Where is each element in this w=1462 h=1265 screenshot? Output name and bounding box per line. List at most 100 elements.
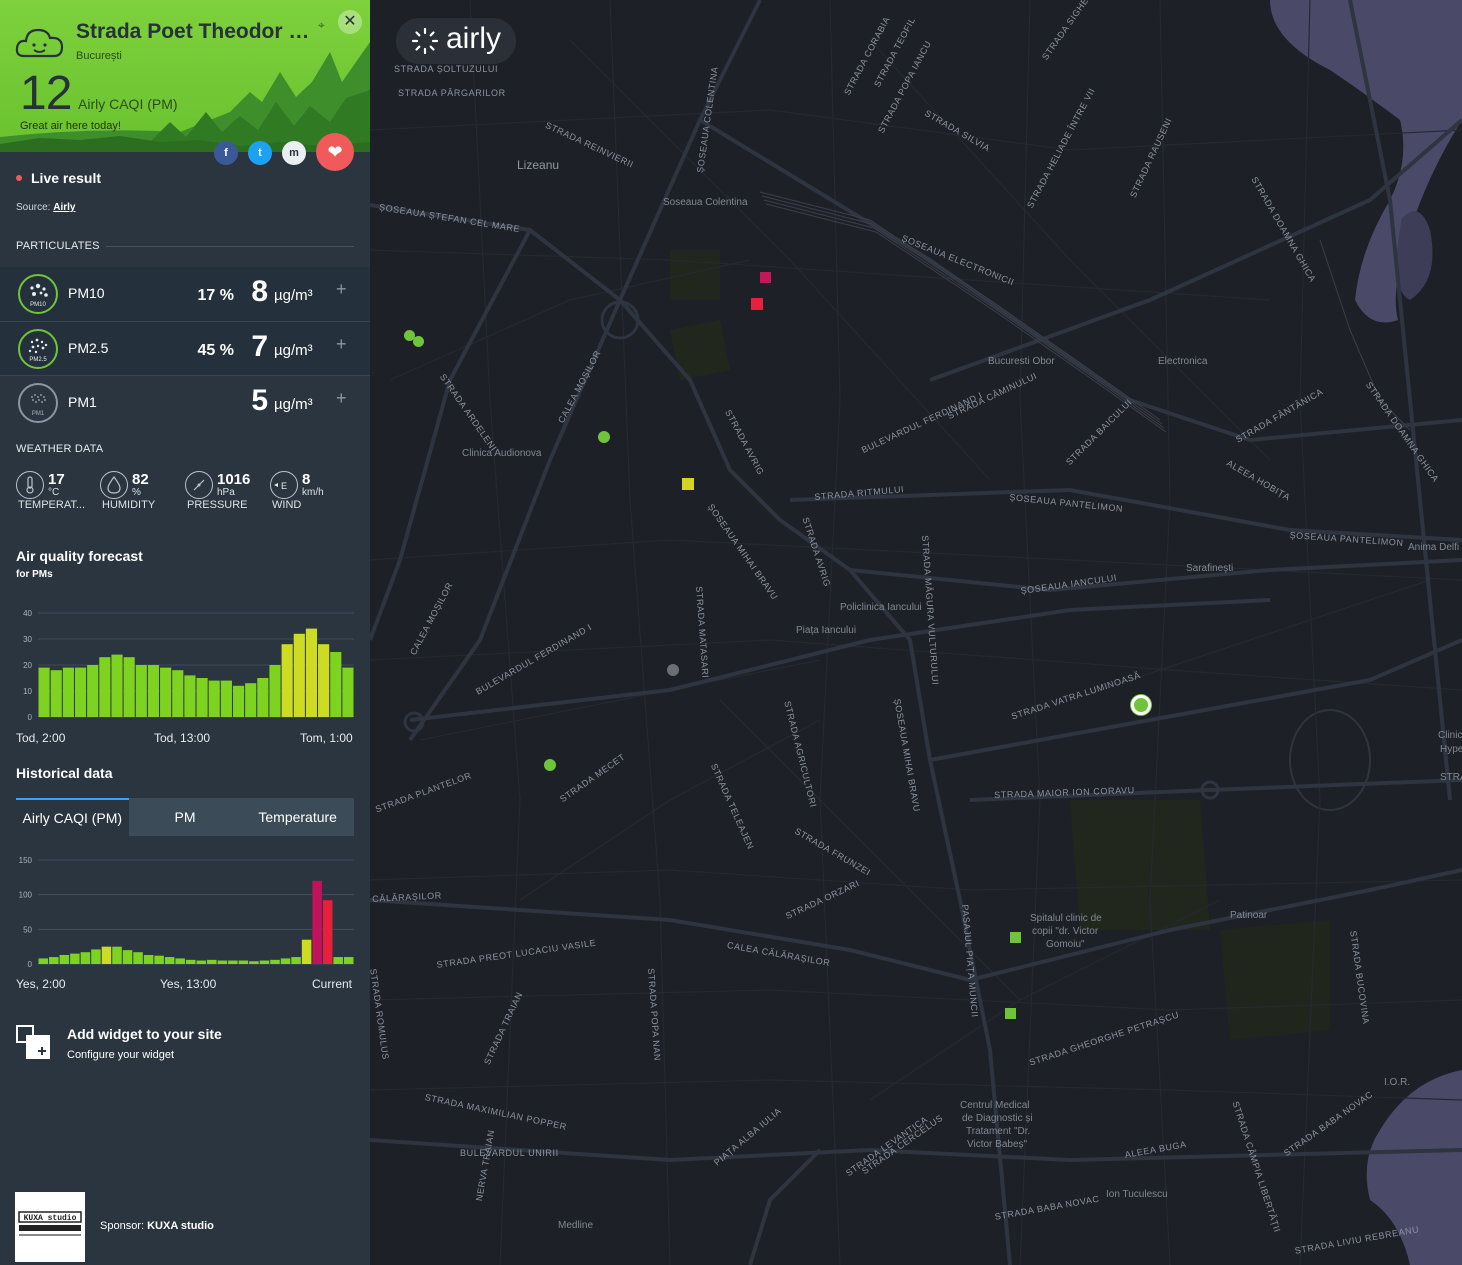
history-bar[interactable] [175, 958, 185, 964]
history-bar[interactable] [101, 946, 112, 964]
map-base-layer[interactable] [370, 0, 1462, 1265]
history-bar[interactable] [312, 880, 322, 964]
history-bar[interactable] [164, 957, 175, 964]
forecast-bar[interactable] [135, 665, 147, 717]
tab-pm[interactable]: PM [128, 798, 242, 836]
history-bar[interactable] [238, 960, 249, 964]
history-bar[interactable] [249, 961, 259, 964]
history-bar[interactable] [322, 900, 333, 964]
map-view[interactable]: STRADA ȘOLTUZULUI STRADA PÂRGARILOR STRADA… [370, 0, 1462, 1265]
history-bar[interactable] [143, 954, 154, 964]
forecast-bar[interactable] [184, 675, 196, 717]
selected-sensor-marker[interactable] [1131, 695, 1151, 715]
history-bar[interactable] [38, 958, 49, 964]
favorite-heart-icon[interactable]: ❤ [316, 133, 354, 171]
history-bar[interactable] [259, 960, 270, 964]
history-bar[interactable] [133, 952, 143, 964]
forecast-time-mid: Tod, 13:00 [154, 731, 211, 745]
forecast-bar[interactable] [87, 665, 99, 717]
forecast-bar[interactable] [50, 670, 62, 717]
forecast-bar[interactable] [293, 633, 305, 717]
history-bar[interactable] [228, 960, 238, 964]
forecast-bar[interactable] [208, 680, 220, 717]
forecast-bar[interactable] [281, 644, 293, 717]
sensor-marker[interactable] [682, 478, 694, 490]
forecast-bar[interactable] [342, 667, 354, 717]
close-icon[interactable]: ✕ [338, 10, 362, 34]
pm1-row[interactable]: PM1 PM1 5 µg/m³ + [0, 376, 370, 430]
source-link[interactable]: Airly [53, 202, 75, 213]
history-bar[interactable] [49, 957, 59, 964]
sensor-marker[interactable] [544, 759, 556, 771]
sensor-marker[interactable] [667, 664, 679, 676]
history-bar[interactable] [154, 955, 164, 964]
tab-caqi[interactable]: Airly CAQI (PM) [16, 798, 129, 836]
expand-plus-icon[interactable]: + [336, 334, 347, 355]
history-bar[interactable] [196, 960, 207, 964]
forecast-bar[interactable] [38, 667, 50, 717]
add-widget-icon[interactable] [16, 1025, 52, 1061]
airly-logo-text: airly [446, 22, 502, 55]
forecast-bar[interactable] [123, 657, 135, 717]
forecast-bar[interactable] [160, 667, 172, 717]
humidity-item: 82 % HUMIDITY [100, 469, 184, 513]
forecast-bar[interactable] [172, 670, 184, 717]
history-bar[interactable] [185, 959, 196, 964]
twitter-icon[interactable]: t [248, 141, 272, 165]
history-bar[interactable] [280, 958, 291, 964]
history-time-end: Current [312, 977, 353, 991]
sensor-marker[interactable] [1004, 1007, 1016, 1019]
thermometer-icon [16, 471, 44, 499]
history-bar[interactable] [80, 952, 91, 964]
sensor-marker[interactable] [598, 431, 610, 443]
forecast-bar[interactable] [62, 667, 74, 717]
forecast-bar[interactable] [74, 667, 87, 717]
place-label: Sarafinești [1186, 563, 1234, 574]
svg-text:PM10: PM10 [30, 302, 46, 308]
add-widget-link[interactable]: Add widget to your site [67, 1026, 222, 1042]
history-bar[interactable] [122, 950, 133, 964]
place-label: STRA [1440, 772, 1462, 783]
history-bar[interactable] [333, 957, 343, 964]
forecast-bar[interactable] [99, 657, 111, 717]
messenger-icon[interactable]: m [282, 141, 306, 165]
forecast-bar[interactable] [269, 665, 281, 717]
forecast-bar[interactable] [305, 628, 318, 717]
svg-text:PM1: PM1 [32, 411, 45, 417]
pm10-row[interactable]: PM10 PM10 17 % 8 µg/m³ + [0, 267, 370, 321]
sensor-marker[interactable] [751, 298, 763, 310]
sensor-marker[interactable] [412, 335, 424, 347]
configure-widget-link[interactable]: Configure your widget [67, 1049, 174, 1061]
forecast-bar[interactable] [196, 678, 208, 717]
history-bar[interactable] [207, 959, 217, 964]
forecast-bar[interactable] [111, 654, 123, 717]
tab-temperature[interactable]: Temperature [241, 798, 355, 836]
history-bar[interactable] [59, 954, 70, 964]
sensor-marker[interactable] [1009, 931, 1021, 943]
history-bar[interactable] [301, 939, 312, 964]
forecast-bar[interactable] [147, 665, 160, 717]
forecast-bar[interactable] [220, 680, 232, 717]
forecast-bar[interactable] [257, 678, 269, 717]
forecast-bar[interactable] [318, 644, 330, 717]
forecast-bar[interactable] [245, 683, 257, 717]
forecast-bar[interactable] [232, 685, 245, 717]
sponsor-logo[interactable]: KUXA studio [15, 1192, 85, 1262]
place-label: copii "dr. Victor [1032, 926, 1099, 937]
history-bar[interactable] [91, 949, 101, 964]
history-bar[interactable] [70, 953, 80, 964]
stadium [1289, 709, 1371, 811]
history-bar[interactable] [343, 957, 354, 964]
expand-plus-icon[interactable]: + [336, 279, 347, 300]
forecast-bar[interactable] [330, 652, 342, 717]
history-bar[interactable] [270, 959, 280, 964]
facebook-icon[interactable]: f [214, 141, 238, 165]
history-bar[interactable] [217, 960, 228, 964]
wind-icon: E [270, 471, 298, 499]
history-bar[interactable] [291, 957, 301, 964]
pm25-row[interactable]: PM2.5 PM2.5 45 % 7 µg/m³ + [0, 322, 370, 376]
history-bar[interactable] [112, 946, 122, 964]
expand-plus-icon[interactable]: + [336, 388, 347, 409]
locate-pin-icon[interactable]: ⌖ [318, 18, 332, 32]
sensor-marker[interactable] [759, 271, 771, 283]
